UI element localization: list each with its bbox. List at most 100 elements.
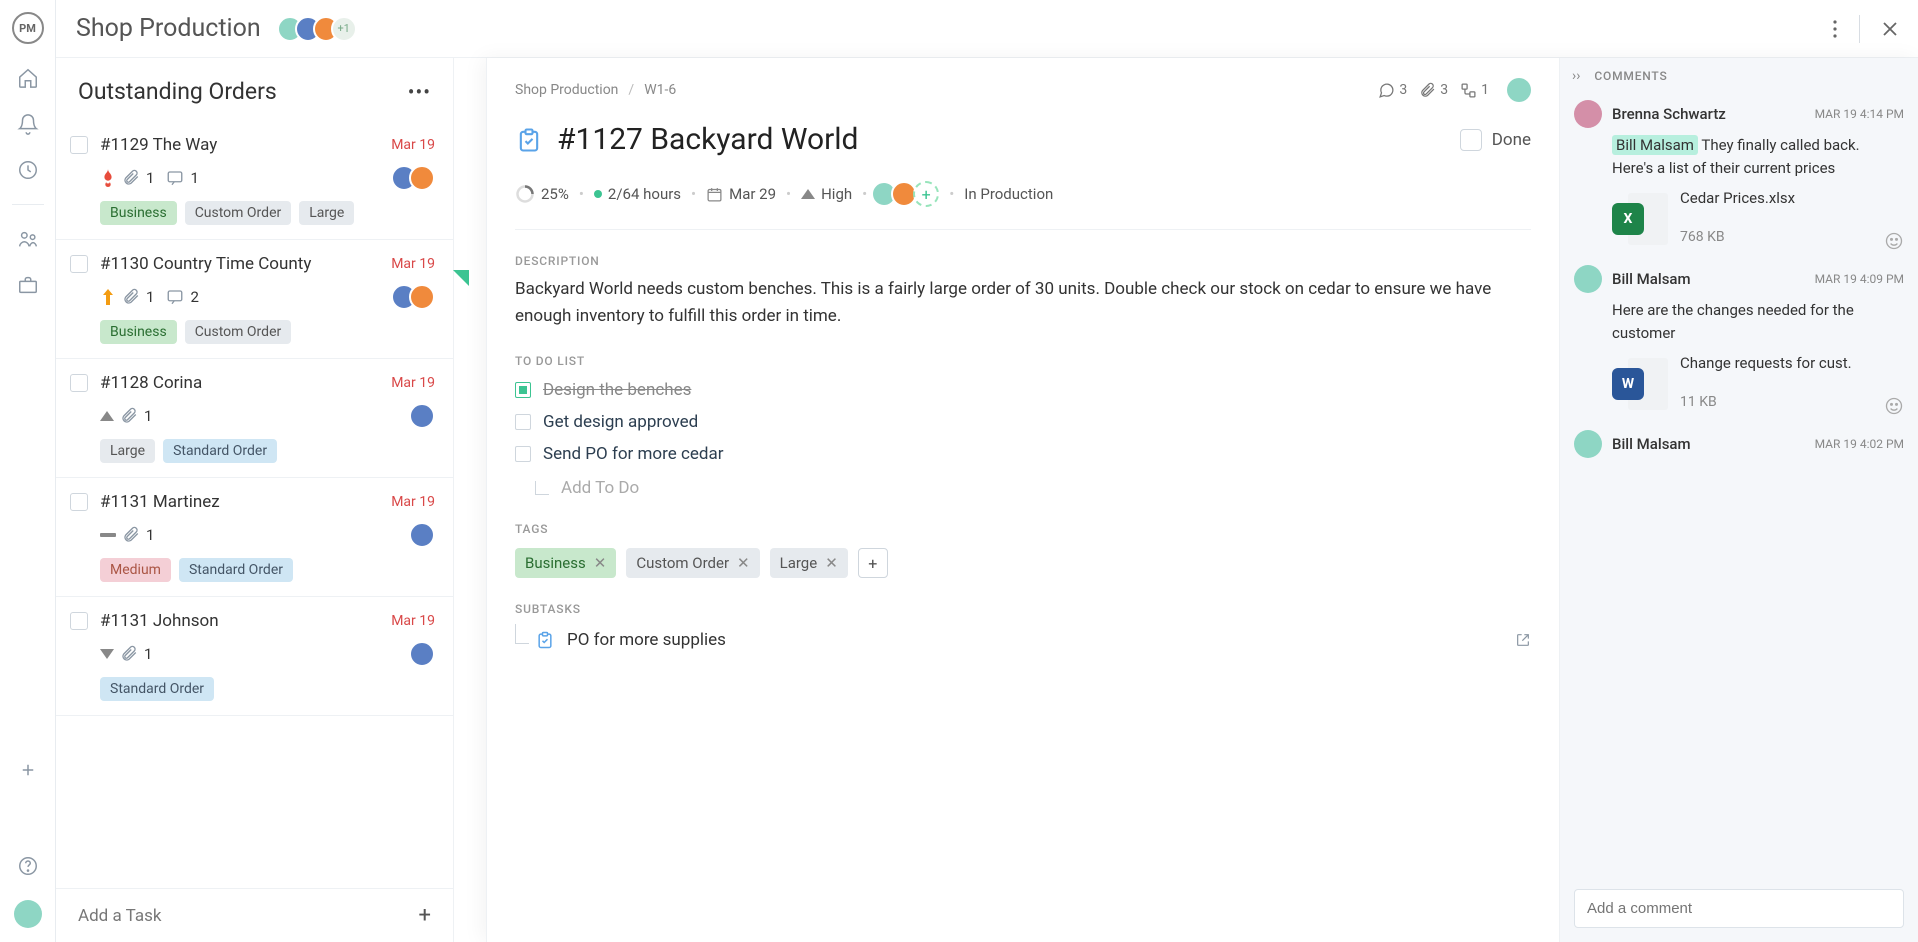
attachment[interactable]: W Change requests for cust. 11 KB: [1612, 354, 1904, 410]
comment-avatar[interactable]: [1574, 100, 1602, 128]
comment-input[interactable]: [1574, 889, 1904, 928]
progress-meta[interactable]: 25%: [515, 184, 569, 204]
card-checkbox[interactable]: [70, 612, 88, 630]
add-assignee-button[interactable]: +: [913, 181, 939, 207]
tag-chip[interactable]: Business✕: [515, 548, 616, 578]
breadcrumb-column[interactable]: W1-6: [644, 82, 676, 98]
task-title[interactable]: #1127 Backyard World: [557, 122, 1446, 157]
more-options-icon[interactable]: [1833, 20, 1837, 38]
tag-chip[interactable]: Custom Order✕: [626, 548, 759, 578]
card-tag[interactable]: Custom Order: [185, 201, 292, 225]
add-task-plus-icon[interactable]: +: [419, 903, 431, 928]
add-task-row[interactable]: Add a Task +: [56, 888, 453, 942]
hours-meta[interactable]: 2/64 hours: [594, 185, 681, 203]
card-assignees[interactable]: [417, 522, 435, 548]
comment: Brenna Schwartz MAR 19 4:14 PM Bill Mals…: [1574, 100, 1904, 245]
attachments-count[interactable]: 3: [1419, 82, 1448, 99]
description-label: DESCRIPTION: [515, 254, 1531, 268]
project-title: Shop Production: [76, 14, 261, 43]
card-assignees[interactable]: [417, 641, 435, 667]
todo-checkbox[interactable]: [515, 414, 531, 430]
todo-item[interactable]: Send PO for more cedar: [515, 444, 1531, 464]
card-tag[interactable]: Standard Order: [179, 558, 293, 582]
status-meta[interactable]: In Production: [964, 185, 1053, 203]
todo-checkbox[interactable]: [515, 446, 531, 462]
attachment[interactable]: X Cedar Prices.xlsx 768 KB: [1612, 189, 1904, 245]
column-menu-icon[interactable]: •••: [408, 80, 431, 104]
task-card[interactable]: #1131 Johnson Mar 19 1 Standard Order: [56, 597, 453, 716]
project-members[interactable]: +1: [285, 16, 357, 42]
done-checkbox[interactable]: [1460, 129, 1482, 151]
workspace: Shop Production +1 Outstanding Orders ••…: [56, 0, 1918, 942]
add-todo-row[interactable]: Add To Do: [515, 478, 1531, 498]
card-tag[interactable]: Standard Order: [163, 439, 277, 463]
close-icon[interactable]: [1882, 21, 1898, 37]
description-text[interactable]: Backyard World needs custom benches. Thi…: [515, 276, 1531, 330]
comment-avatar[interactable]: [1574, 265, 1602, 293]
recent-icon[interactable]: [16, 158, 40, 182]
react-icon[interactable]: [1884, 231, 1904, 251]
comment: Bill Malsam MAR 19 4:09 PM Here are the …: [1574, 265, 1904, 410]
file-size: 768 KB: [1680, 229, 1795, 245]
comments-count[interactable]: 3: [1378, 82, 1407, 99]
card-assignees[interactable]: [399, 284, 435, 310]
due-date-meta[interactable]: Mar 29: [706, 185, 776, 203]
subtasks-count[interactable]: 1: [1460, 82, 1489, 99]
card-tag[interactable]: Large: [299, 201, 354, 225]
priority-meta[interactable]: High: [801, 185, 852, 203]
card-tag[interactable]: Business: [100, 320, 177, 344]
help-icon[interactable]: [16, 854, 40, 878]
todo-checkbox[interactable]: [515, 382, 531, 398]
comments-title: COMMENTS: [1594, 69, 1667, 83]
more-members-badge[interactable]: +1: [331, 16, 357, 42]
todo-item[interactable]: Design the benches: [515, 380, 1531, 400]
home-icon[interactable]: [16, 66, 40, 90]
tag-chip[interactable]: Large✕: [770, 548, 848, 578]
remove-tag-icon[interactable]: ✕: [825, 554, 838, 572]
column-outstanding-orders: Outstanding Orders ••• #1129 The Way Mar…: [56, 58, 454, 942]
add-icon[interactable]: [16, 758, 40, 782]
todo-text: Design the benches: [543, 380, 691, 400]
comment-icon: [166, 288, 184, 306]
user-avatar[interactable]: [14, 900, 42, 928]
todo-item[interactable]: Get design approved: [515, 412, 1531, 432]
subtask-row[interactable]: PO for more supplies: [515, 630, 1531, 650]
file-name: Cedar Prices.xlsx: [1680, 189, 1795, 207]
task-card[interactable]: #1129 The Way Mar 19 1 1 BusinessCustom …: [56, 121, 453, 240]
card-tag[interactable]: Standard Order: [100, 677, 214, 701]
card-assignees[interactable]: [417, 403, 435, 429]
assignee-stack[interactable]: +: [877, 181, 939, 207]
card-tag[interactable]: Custom Order: [185, 320, 292, 344]
card-checkbox[interactable]: [70, 136, 88, 154]
briefcase-icon[interactable]: [16, 273, 40, 297]
task-owner-avatar[interactable]: [1507, 78, 1531, 102]
task-card[interactable]: #1130 Country Time County Mar 19 1 2 Bus…: [56, 240, 453, 359]
logo[interactable]: PM: [12, 12, 44, 44]
open-subtask-icon[interactable]: [1515, 632, 1531, 648]
card-checkbox[interactable]: [70, 493, 88, 511]
priority-icon: [100, 649, 114, 659]
card-tag[interactable]: Medium: [100, 558, 171, 582]
card-title: #1131 Johnson: [100, 611, 379, 631]
breadcrumb-project[interactable]: Shop Production: [515, 82, 618, 98]
card-tag[interactable]: Large: [100, 439, 155, 463]
mention[interactable]: Bill Malsam: [1612, 135, 1698, 155]
card-checkbox[interactable]: [70, 374, 88, 392]
add-tag-button[interactable]: +: [858, 548, 888, 578]
remove-tag-icon[interactable]: ✕: [737, 554, 750, 572]
top-header: Shop Production +1: [56, 0, 1918, 58]
task-card[interactable]: #1131 Martinez Mar 19 1 MediumStandard O…: [56, 478, 453, 597]
card-tag[interactable]: Business: [100, 201, 177, 225]
file-icon: W: [1612, 354, 1668, 410]
comment-avatar[interactable]: [1574, 430, 1602, 458]
notifications-icon[interactable]: [16, 112, 40, 136]
task-card[interactable]: #1128 Corina Mar 19 1 LargeStandard Orde…: [56, 359, 453, 478]
done-toggle[interactable]: Done: [1460, 129, 1531, 151]
people-icon[interactable]: [16, 227, 40, 251]
card-checkbox[interactable]: [70, 255, 88, 273]
card-assignees[interactable]: [399, 165, 435, 191]
collapse-comments-icon[interactable]: ››: [1572, 68, 1580, 84]
remove-tag-icon[interactable]: ✕: [594, 554, 607, 572]
task-type-icon: [515, 126, 543, 154]
react-icon[interactable]: [1884, 396, 1904, 416]
